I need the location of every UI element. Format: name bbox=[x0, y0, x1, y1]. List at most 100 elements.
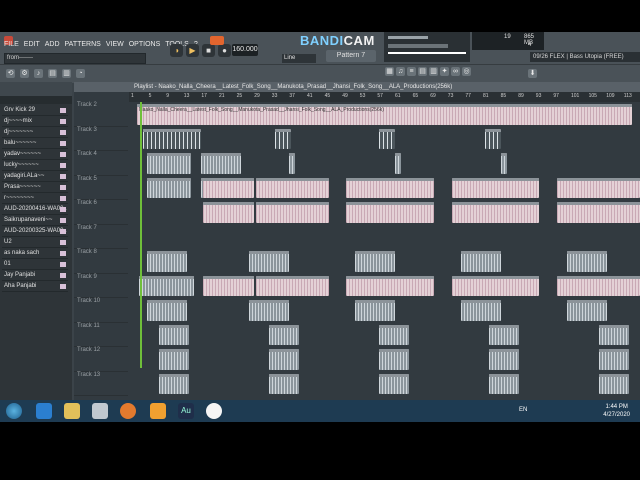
audio-clip[interactable] bbox=[485, 128, 501, 149]
channel-row[interactable]: dj~~~~~~~ bbox=[2, 128, 68, 138]
audio-clip[interactable] bbox=[355, 300, 395, 321]
audio-clip[interactable] bbox=[159, 349, 189, 370]
track-label[interactable]: Track 2 bbox=[74, 102, 128, 127]
audio-clip[interactable] bbox=[289, 153, 295, 174]
timeline-ruler[interactable]: 1 5 9 13 17 21 25 29 33 37 41 45 49 53 57 61 65 69 73 77 81 8… bbox=[129, 92, 640, 102]
audio-clip[interactable] bbox=[452, 202, 539, 223]
pat-song-icon[interactable]: ◑ bbox=[170, 44, 183, 57]
audio-clip[interactable] bbox=[395, 153, 401, 174]
channel-row[interactable]: AUD-20200416-WA00.. bbox=[2, 205, 68, 215]
track-label[interactable]: Track 13 bbox=[74, 372, 128, 396]
audio-clip[interactable] bbox=[249, 251, 289, 272]
track-label[interactable]: Track 5 bbox=[74, 176, 128, 200]
channel-select-led[interactable] bbox=[60, 262, 66, 267]
audio-clip[interactable] bbox=[203, 275, 254, 296]
audio-clip[interactable] bbox=[143, 128, 201, 149]
audio-clip[interactable] bbox=[599, 349, 629, 370]
track-label[interactable]: Track 8 bbox=[74, 249, 128, 274]
start-button-icon[interactable] bbox=[6, 403, 22, 419]
channel-rack-icon[interactable]: ▤ bbox=[418, 67, 427, 76]
audio-clip[interactable] bbox=[379, 349, 409, 370]
chat-icon[interactable]: ◔ bbox=[76, 69, 85, 78]
channel-select-led[interactable] bbox=[60, 273, 66, 278]
audio-clip[interactable] bbox=[567, 300, 607, 321]
audio-clip[interactable] bbox=[489, 324, 519, 345]
track-label[interactable]: Track 4 bbox=[74, 151, 128, 176]
channel-row[interactable]: Saikrupanaveni~~ bbox=[2, 216, 68, 226]
channel-row[interactable]: AUD-20200325-WA00.. bbox=[2, 227, 68, 237]
record-button[interactable]: ● bbox=[218, 44, 231, 57]
channel-row[interactable]: yadav~~~~~~ bbox=[2, 150, 68, 160]
stop-button[interactable]: ■ bbox=[202, 44, 215, 57]
tempo-display[interactable]: 160.000 bbox=[232, 44, 258, 56]
channel-row[interactable]: U2 bbox=[2, 238, 68, 248]
channel-select-led[interactable] bbox=[60, 163, 66, 168]
channel-row[interactable]: r~~~~~~~~ bbox=[2, 194, 68, 204]
audio-clip[interactable] bbox=[379, 324, 409, 345]
ie-icon[interactable] bbox=[36, 403, 52, 419]
channel-select-led[interactable] bbox=[60, 141, 66, 146]
channel-select-led[interactable] bbox=[60, 174, 66, 179]
system-clock[interactable]: 1:44 PM 4/27/2020 bbox=[603, 403, 630, 419]
audio-clip[interactable] bbox=[256, 202, 329, 223]
explorer-icon[interactable] bbox=[64, 403, 80, 419]
channel-row[interactable]: lucky~~~~~~ bbox=[2, 161, 68, 171]
menu-options[interactable]: OPTIONS bbox=[129, 41, 161, 48]
audio-clip[interactable] bbox=[147, 251, 187, 272]
audio-clip[interactable] bbox=[269, 324, 299, 345]
menu-file[interactable]: FILE bbox=[4, 41, 19, 48]
save-icon[interactable]: ▤ bbox=[48, 69, 57, 78]
audio-clip[interactable] bbox=[269, 373, 299, 394]
audio-clip[interactable] bbox=[452, 275, 539, 296]
media-player-icon[interactable] bbox=[92, 403, 108, 419]
mixer-icon[interactable]: ▥ bbox=[62, 69, 71, 78]
snap-select[interactable]: Line bbox=[282, 54, 316, 63]
audio-clip[interactable] bbox=[203, 202, 254, 223]
song-clip[interactable]: Naako_Nalla_Cheera__Latest_Folk_Song__Ma… bbox=[137, 104, 632, 125]
pattern-selector[interactable]: Pattern 7 bbox=[326, 50, 376, 62]
audio-clip[interactable] bbox=[379, 373, 409, 394]
channel-select-led[interactable] bbox=[60, 108, 66, 113]
audio-clip[interactable] bbox=[489, 349, 519, 370]
menu-add[interactable]: ADD bbox=[45, 41, 60, 48]
audio-clip[interactable] bbox=[256, 275, 329, 296]
firefox-icon[interactable] bbox=[120, 403, 136, 419]
undo-icon[interactable]: ⟲ bbox=[6, 69, 15, 78]
track-label[interactable]: Track 6 bbox=[74, 200, 128, 225]
audio-clip[interactable] bbox=[147, 300, 187, 321]
channel-row[interactable]: balu~~~~~~ bbox=[2, 139, 68, 149]
audio-clip[interactable] bbox=[346, 202, 434, 223]
language-indicator[interactable]: EN bbox=[519, 407, 527, 413]
audio-clip[interactable] bbox=[159, 373, 189, 394]
track-label[interactable]: Track 10 bbox=[74, 298, 128, 323]
cpu-icon[interactable]: ◎ bbox=[462, 67, 471, 76]
menu-edit[interactable]: EDIT bbox=[24, 41, 40, 48]
fl-studio-taskbar-icon[interactable] bbox=[150, 403, 166, 419]
channel-select-led[interactable] bbox=[60, 240, 66, 245]
audio-clip[interactable] bbox=[557, 202, 640, 223]
piano-roll-icon[interactable]: ♫ bbox=[396, 67, 405, 76]
audio-clip[interactable] bbox=[203, 177, 254, 198]
channel-row[interactable]: 01 bbox=[2, 260, 68, 270]
audio-clip[interactable] bbox=[461, 300, 501, 321]
audio-clip[interactable] bbox=[159, 324, 189, 345]
track-label[interactable]: Track 9 bbox=[74, 274, 128, 298]
channel-select-led[interactable] bbox=[60, 207, 66, 212]
audio-clip[interactable] bbox=[379, 128, 395, 149]
download-icon[interactable]: ⬇ bbox=[528, 69, 537, 78]
audio-clip[interactable] bbox=[249, 300, 289, 321]
audio-clip[interactable] bbox=[147, 177, 191, 198]
bandicam-taskbar-icon[interactable] bbox=[206, 403, 222, 419]
channel-row[interactable]: Jay Panjabi bbox=[2, 271, 68, 281]
menu-patterns[interactable]: PATTERNS bbox=[65, 41, 101, 48]
channel-select-led[interactable] bbox=[60, 284, 66, 289]
audio-clip[interactable] bbox=[346, 275, 434, 296]
track-label[interactable]: Track 7 bbox=[74, 225, 128, 249]
gear-icon[interactable]: ⚙ bbox=[20, 69, 29, 78]
plugin-icon[interactable]: ✦ bbox=[440, 67, 449, 76]
link-icon[interactable]: ∞ bbox=[451, 67, 460, 76]
audio-clip[interactable] bbox=[599, 373, 629, 394]
channel-row[interactable]: Prasa~~~~~~ bbox=[2, 183, 68, 193]
track-label[interactable]: Track 11 bbox=[74, 323, 128, 347]
audio-clip[interactable] bbox=[489, 373, 519, 394]
